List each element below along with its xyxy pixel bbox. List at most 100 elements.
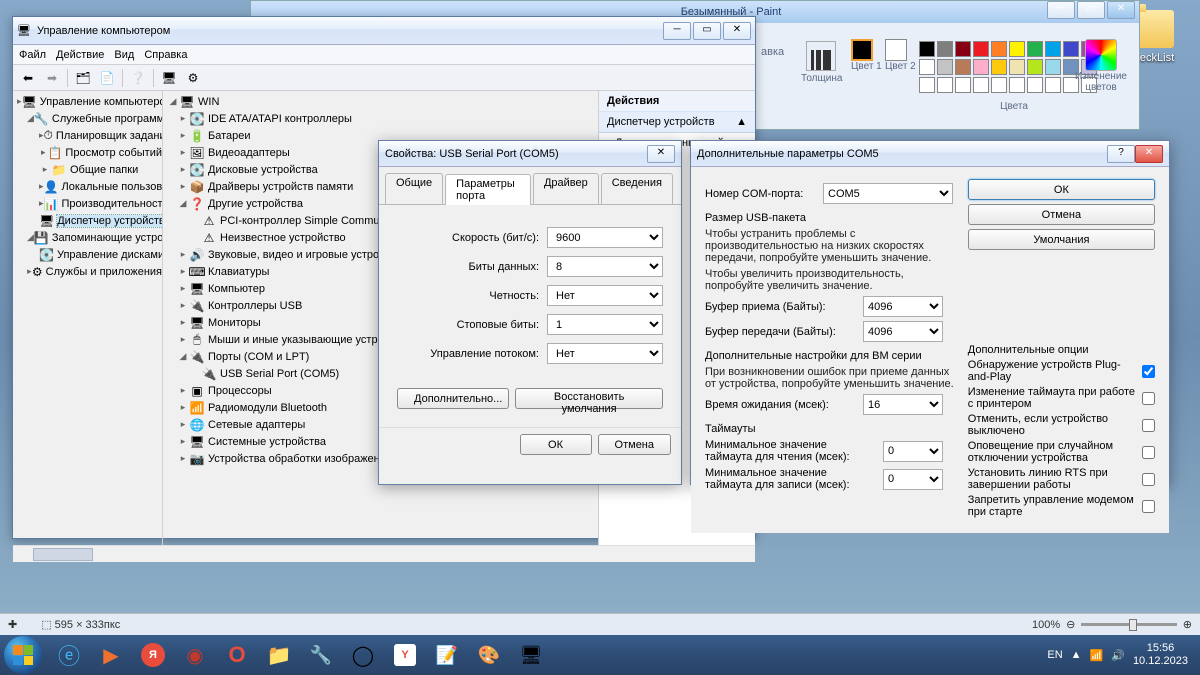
mgmt-menubar[interactable]: Файл Действие Вид Справка [13,45,755,65]
close-button[interactable]: ✕ [1135,145,1163,163]
taskbar-browser-icon[interactable]: Y [385,639,425,671]
color-palette[interactable] [919,41,1089,93]
taskbar-ie-icon[interactable]: ⓔ [49,639,89,671]
ok-button[interactable]: ОК [520,434,592,455]
tx-buffer-select[interactable]: 4096 [863,321,943,342]
rx-buffer-select[interactable]: 4096 [863,296,943,317]
taskbar-app-icon[interactable]: ◉ [175,639,215,671]
mgmt-toolbar[interactable]: ⬅ ➡ 🗂 📄 ❔ 🖥 ⚙ [13,65,755,91]
network-icon[interactable]: 📶 [1090,649,1104,662]
expand-icon[interactable]: ▸ [177,317,189,328]
expand-icon[interactable]: ▸ [39,147,47,158]
back-icon[interactable]: ⬅ [17,67,39,89]
advanced-button[interactable]: Дополнительно... [397,388,509,409]
comport-select[interactable]: COM5 [823,183,953,204]
help-icon[interactable]: ❔ [127,67,149,89]
latency-select[interactable]: 16 [863,394,943,415]
close-button[interactable]: ✕ [1107,1,1135,19]
collapse-icon[interactable]: ▲ [736,116,747,128]
taskbar-explorer-icon[interactable]: 📁 [259,639,299,671]
expand-icon[interactable]: ◢ [177,198,189,209]
databits-select[interactable]: 8 [547,256,663,277]
zoom-out-button[interactable]: ⊖ [1066,618,1075,631]
taskbar[interactable]: ⓔ ▶ Я ◉ O 📁 🔧 ◯ Y 📝 🎨 🖥 EN ▲ 📶 🔊 15:56 1… [0,635,1200,675]
tree-item[interactable]: 💽Управление дисками [15,246,162,263]
menu-Действие[interactable]: Действие [56,49,104,61]
expand-icon[interactable]: ▸ [177,164,189,175]
expand-icon[interactable]: ▸ [39,164,51,175]
option-checkbox[interactable] [1142,365,1155,378]
color-swatch[interactable] [973,77,989,93]
parity-select[interactable]: Нет [547,285,663,306]
hscrollbar[interactable] [13,545,755,562]
option-checkbox[interactable] [1142,392,1155,405]
console-tree[interactable]: ▸🖥Управление компьютером (л◢🔧Служебные п… [13,91,163,545]
menu-Файл[interactable]: Файл [19,49,46,61]
tree-item[interactable]: ▸🖥Управление компьютером (л [15,93,162,110]
color-swatch[interactable] [919,41,935,57]
zoom-slider[interactable] [1081,623,1176,626]
option-checkbox[interactable] [1142,473,1155,486]
option-checkbox[interactable] [1142,419,1155,432]
expand-icon[interactable]: ▸ [177,113,189,124]
expand-icon[interactable]: ▸ [177,334,189,345]
color-swatch[interactable] [1009,77,1025,93]
props-tabs[interactable]: ОбщиеПараметры портаДрайверСведения [379,167,681,205]
minimize-button[interactable]: ─ [1047,1,1075,19]
color-swatch[interactable] [1027,77,1043,93]
menu-Вид[interactable]: Вид [114,49,134,61]
taskbar-opera-icon[interactable]: O [217,639,257,671]
clock[interactable]: 15:56 10.12.2023 [1133,642,1188,668]
menu-Справка[interactable]: Справка [144,49,187,61]
tree-item[interactable]: ◢🔧Служебные программы [15,110,162,127]
taskbar-notepadpp-icon[interactable]: 📝 [427,639,467,671]
expand-icon[interactable]: ▸ [177,453,189,464]
close-button[interactable]: ✕ [723,22,751,40]
expand-icon[interactable]: ▸ [177,419,189,430]
actions-section[interactable]: Диспетчер устройств ▲ [599,112,755,133]
taskbar-mgmt-icon[interactable]: 🖥 [511,639,551,671]
taskbar-paint-icon[interactable]: 🎨 [469,639,509,671]
color-swatch[interactable] [937,41,953,57]
color-swatch[interactable] [1045,59,1061,75]
color-swatch[interactable] [919,77,935,93]
color-swatch[interactable] [991,59,1007,75]
color-swatch[interactable] [973,41,989,57]
tree-item[interactable]: ◢🖥WIN [165,93,598,110]
tree-item[interactable]: ▸⚙Службы и приложения [15,263,162,280]
taskbar-chrome-icon[interactable]: ◯ [343,639,383,671]
expand-icon[interactable]: ▸ [177,181,189,192]
language-indicator[interactable]: EN [1047,649,1062,661]
maximize-button[interactable]: ▭ [693,22,721,40]
zoom-in-button[interactable]: ⊕ [1183,618,1192,631]
tree-item[interactable]: ▸👤Локальные пользова [15,178,162,195]
taskbar-tool-icon[interactable]: 🔧 [301,639,341,671]
ok-button[interactable]: ОК [968,179,1155,200]
start-button[interactable] [4,636,42,674]
tree-item[interactable]: ▸⏱Планировщик заданий [15,127,162,144]
tree-item[interactable]: 🖥Диспетчер устройств [15,212,162,229]
forward-icon[interactable]: ➡ [41,67,63,89]
expand-icon[interactable]: ▸ [177,147,189,158]
expand-icon[interactable]: ▸ [177,283,189,294]
color-swatch[interactable] [1027,41,1043,57]
color-swatch[interactable] [991,77,1007,93]
flowcontrol-select[interactable]: Нет [547,343,663,364]
read-timeout-select[interactable]: 0 [883,441,943,462]
tree-item[interactable]: ▸💽IDE ATA/ATAPI контроллеры [165,110,598,127]
tray-up-icon[interactable]: ▲ [1071,649,1082,661]
color-swatch[interactable] [1045,77,1061,93]
color-swatch[interactable] [955,77,971,93]
expand-icon[interactable]: ▸ [177,385,189,396]
expand-icon[interactable]: ▸ [177,249,189,260]
speed-select[interactable]: 9600 [547,227,663,248]
maximize-button[interactable]: ▭ [1077,1,1105,19]
mgmt-titlebar[interactable]: 🖥 Управление компьютером ─ ▭ ✕ [13,17,755,45]
write-timeout-select[interactable]: 0 [883,469,943,490]
expand-icon[interactable]: ◢ [167,96,179,107]
cancel-button[interactable]: Отмена [968,204,1155,225]
expand-icon[interactable]: ▸ [177,300,189,311]
color-swatch[interactable] [973,59,989,75]
cancel-button[interactable]: Отмена [598,434,671,455]
close-button[interactable]: ✕ [647,145,675,163]
